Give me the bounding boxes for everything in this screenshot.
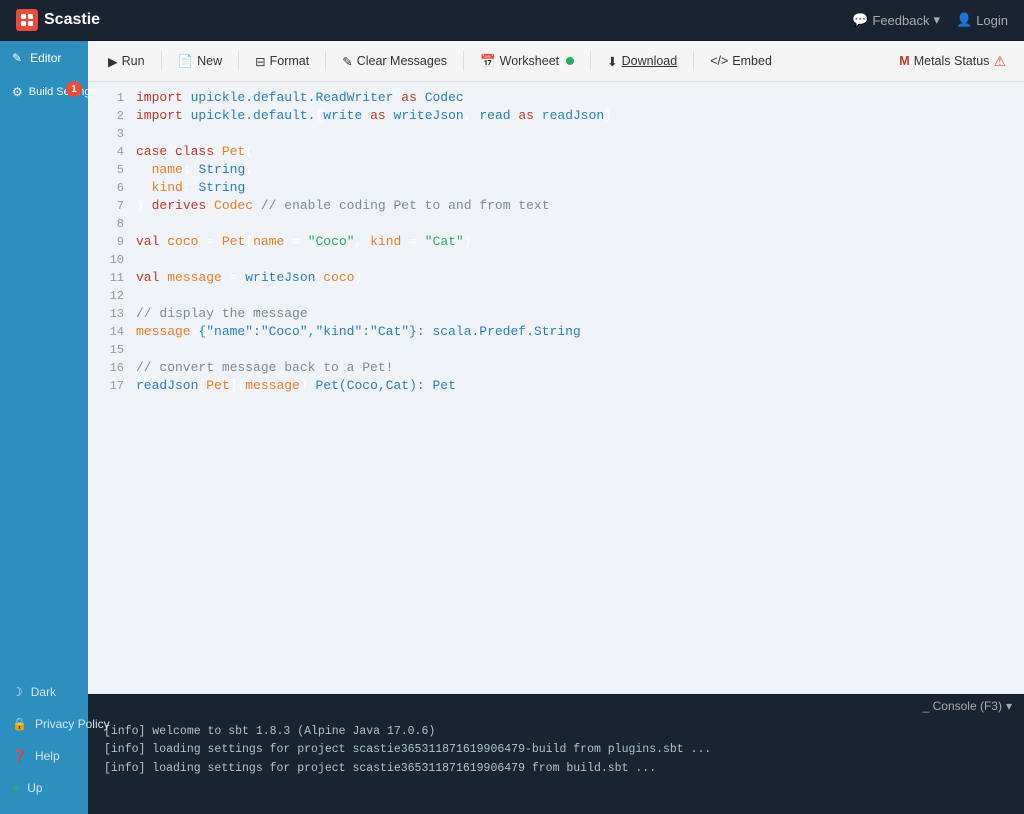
code-line-15: 15 xyxy=(88,342,1024,360)
help-label: Help xyxy=(35,749,60,763)
separator-1 xyxy=(161,51,162,71)
console-dropdown-icon[interactable]: ▾ xyxy=(1006,699,1012,713)
separator-4 xyxy=(463,51,464,71)
clear-icon: ✎ xyxy=(342,54,352,69)
new-icon: 📄 xyxy=(178,54,194,69)
sidebar-item-editor[interactable]: ✎ Editor xyxy=(0,41,88,75)
console-line-1: [info] welcome to sbt 1.8.3 (Alpine Java… xyxy=(104,723,1008,741)
code-line-5: 5 name: String, xyxy=(88,162,1024,180)
run-icon: ▶ xyxy=(108,54,118,69)
content-area: ▶ Run 📄 New ⊟ Format ✎ Clear Messages 📅 … xyxy=(88,41,1024,814)
privacy-icon: 🔒 xyxy=(12,717,27,731)
build-settings-label: Build Settings xyxy=(29,86,96,98)
code-line-11: 11 val message = writeJson(coco) xyxy=(88,270,1024,288)
clear-messages-button[interactable]: ✎ Clear Messages xyxy=(332,49,457,74)
code-line-17: 17 readJson[Pet](message) Pet(Coco,Cat):… xyxy=(88,378,1024,396)
editor-area[interactable]: 1 import upickle.default.ReadWriter as C… xyxy=(88,82,1024,694)
sidebar-item-build-settings[interactable]: ⚙ Build Settings 1 ➤ xyxy=(0,75,88,109)
sidebar-top: ✎ Editor ⚙ Build Settings 1 ➤ xyxy=(0,41,88,676)
editor-icon: ✎ xyxy=(12,51,22,65)
dark-mode-icon: ☽ xyxy=(12,685,23,699)
worksheet-button[interactable]: 📅 Worksheet xyxy=(470,49,584,74)
feedback-chevron-icon: ▾ xyxy=(933,12,940,28)
separator-2 xyxy=(238,51,239,71)
code-line-2: 2 import upickle.default.{write as write… xyxy=(88,108,1024,126)
worksheet-label: Worksheet xyxy=(500,54,560,68)
download-label: Download xyxy=(622,54,678,68)
login-icon: 👤 xyxy=(956,12,972,28)
embed-button[interactable]: </> Embed xyxy=(700,49,782,73)
new-label: New xyxy=(197,54,222,68)
metals-icon: M xyxy=(899,54,909,68)
console-line-2: [info] loading settings for project scas… xyxy=(104,741,1008,759)
code-line-3: 3 xyxy=(88,126,1024,144)
format-icon: ⊟ xyxy=(255,54,265,69)
top-nav-right: 💬 Feedback ▾ 👤 Login xyxy=(852,12,1008,28)
feedback-label: Feedback xyxy=(872,13,929,28)
worksheet-active-dot xyxy=(566,57,574,65)
main-layout: ✎ Editor ⚙ Build Settings 1 ➤ ☽ Dark 🔒 P… xyxy=(0,41,1024,814)
code-line-9: 9 val coco = Pet(name = "Coco", kind = "… xyxy=(88,234,1024,252)
separator-6 xyxy=(693,51,694,71)
console-body: [info] welcome to sbt 1.8.3 (Alpine Java… xyxy=(88,717,1024,788)
run-button[interactable]: ▶ Run xyxy=(98,49,155,74)
feedback-button[interactable]: 💬 Feedback ▾ xyxy=(852,12,940,28)
build-settings-icon: ⚙ xyxy=(12,85,23,99)
worksheet-icon: 📅 xyxy=(480,54,496,69)
sidebar-item-dark[interactable]: ☽ Dark xyxy=(0,676,88,708)
embed-icon: </> xyxy=(710,54,728,68)
console-header: _ Console (F3) ▾ xyxy=(88,694,1024,717)
console-title: _ Console (F3) ▾ xyxy=(923,699,1012,713)
code-line-6: 6 kind: String xyxy=(88,180,1024,198)
toolbar: ▶ Run 📄 New ⊟ Format ✎ Clear Messages 📅 … xyxy=(88,41,1024,82)
console-area: _ Console (F3) ▾ [info] welcome to sbt 1… xyxy=(88,694,1024,814)
metals-status: M Metals Status ⚠ xyxy=(899,53,1006,70)
build-settings-badge: 1 xyxy=(66,81,82,97)
sidebar-item-help[interactable]: ❓ Help xyxy=(0,740,88,772)
code-line-7: 7 ) derives Codec // enable coding Pet t… xyxy=(88,198,1024,216)
logo-icon xyxy=(16,9,38,31)
top-nav: Scastie 💬 Feedback ▾ 👤 Login xyxy=(0,0,1024,41)
separator-5 xyxy=(590,51,591,71)
separator-3 xyxy=(325,51,326,71)
format-label: Format xyxy=(270,54,310,68)
code-line-16: 16 // convert message back to a Pet! xyxy=(88,360,1024,378)
metals-warning-icon: ⚠ xyxy=(993,53,1006,70)
new-button[interactable]: 📄 New xyxy=(168,49,233,74)
help-icon: ❓ xyxy=(12,749,27,763)
logo-area: Scastie xyxy=(16,9,100,31)
metals-label: Metals Status xyxy=(914,54,990,68)
privacy-label: Privacy Policy xyxy=(35,717,110,731)
sidebar-bottom: ☽ Dark 🔒 Privacy Policy ❓ Help ● Up xyxy=(0,676,88,814)
console-line-3: [info] loading settings for project scas… xyxy=(104,760,1008,778)
code-line-8: 8 xyxy=(88,216,1024,234)
format-button[interactable]: ⊟ Format xyxy=(245,49,319,74)
code-line-14: 14 message {"name":"Coco","kind":"Cat"}:… xyxy=(88,324,1024,342)
clear-messages-label: Clear Messages xyxy=(357,54,447,68)
dark-label: Dark xyxy=(31,685,56,699)
sidebar: ✎ Editor ⚙ Build Settings 1 ➤ ☽ Dark 🔒 P… xyxy=(0,41,88,814)
feedback-icon: 💬 xyxy=(852,12,868,28)
code-line-4: 4 case class Pet( xyxy=(88,144,1024,162)
login-button[interactable]: 👤 Login xyxy=(956,12,1008,28)
up-label: Up xyxy=(27,781,42,795)
code-line-10: 10 xyxy=(88,252,1024,270)
download-button[interactable]: ⬇ Download xyxy=(597,49,687,74)
code-line-12: 12 xyxy=(88,288,1024,306)
sidebar-item-privacy[interactable]: 🔒 Privacy Policy xyxy=(0,708,88,740)
download-icon: ⬇ xyxy=(607,54,617,69)
up-icon: ● xyxy=(12,781,19,795)
run-label: Run xyxy=(122,54,145,68)
login-label: Login xyxy=(976,13,1008,28)
code-line-13: 13 // display the message xyxy=(88,306,1024,324)
editor-label: Editor xyxy=(30,51,61,65)
console-title-text: _ Console (F3) xyxy=(923,699,1002,713)
embed-label: Embed xyxy=(732,54,772,68)
app-title: Scastie xyxy=(44,11,100,29)
sidebar-item-up[interactable]: ● Up xyxy=(0,772,88,804)
code-line-1: 1 import upickle.default.ReadWriter as C… xyxy=(88,90,1024,108)
